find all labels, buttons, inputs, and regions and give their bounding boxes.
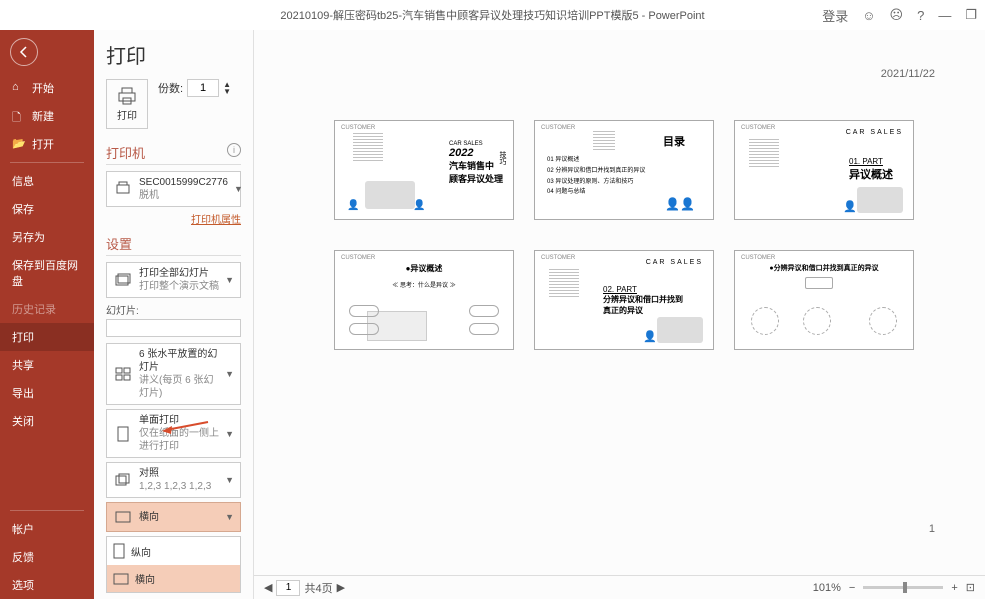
copies-input[interactable]	[187, 79, 219, 97]
orientation-options: 纵向 横向	[106, 536, 241, 593]
back-button[interactable]	[10, 38, 38, 66]
home-icon: ⌂	[12, 81, 26, 95]
printer-device-icon	[113, 179, 133, 199]
orientation-portrait[interactable]: 纵向	[107, 537, 240, 565]
zoom-in-button[interactable]: +	[951, 582, 957, 594]
sidebar-history[interactable]: 历史记录	[0, 295, 94, 323]
copies-spinner[interactable]: ▲▼	[223, 81, 231, 95]
page-input[interactable]	[276, 580, 300, 596]
single-side-icon	[113, 424, 133, 444]
sidebar-export[interactable]: 导出	[0, 379, 94, 407]
sidebar-home[interactable]: ⌂开始	[0, 74, 94, 102]
slide-thumb: CUSTOMER ●分辨异议和借口并找到真正的异议	[734, 250, 914, 350]
page-number: 1	[929, 523, 935, 535]
print-settings-panel: 打印 打印 份数: ▲▼ 打印机 i SEC0015999C2776 脱机	[94, 30, 254, 599]
sidebar-options[interactable]: 选项	[0, 571, 94, 599]
slides-input[interactable]	[106, 319, 241, 337]
status-bar: ◀ 共4页 ▶ 101% − + ⊡	[254, 575, 985, 599]
handout-icon	[113, 364, 133, 384]
landscape-icon	[113, 507, 133, 527]
print-preview: 2021/11/22 CUSTOMER CAR SALES 2022 汽车销售中…	[254, 30, 985, 599]
chevron-down-icon: ▼	[234, 184, 243, 194]
copies-label: 份数:	[158, 80, 183, 96]
new-icon: 🗋	[12, 109, 26, 123]
sidebar-open[interactable]: 📂打开	[0, 130, 94, 158]
sides-select[interactable]: 单面打印 仅在纸面的一侧上进行打印 ▼	[106, 409, 241, 458]
zoom-level: 101%	[813, 582, 841, 594]
zoom-slider[interactable]	[863, 586, 943, 589]
next-page-button[interactable]: ▶	[337, 581, 345, 594]
restore-icon[interactable]: ❐	[965, 7, 977, 23]
open-icon: 📂	[12, 137, 26, 151]
slide-thumb: CUSTOMER CAR SALES 02. PART 分辨异议和借口并找到真正…	[534, 250, 714, 350]
zoom-out-button[interactable]: −	[849, 582, 855, 594]
sad-icon[interactable]: ☹	[890, 7, 904, 23]
slide-thumb: CUSTOMER ●异议概述 ≪ 思考：什么是异议 ≫	[334, 250, 514, 350]
chevron-down-icon: ▼	[225, 275, 234, 285]
app-title: 20210109-解压密码tb25-汽车销售中顾客异议处理技巧知识培训PPT模版…	[280, 7, 704, 23]
landscape-icon	[113, 573, 129, 585]
slide-thumb: CUSTOMER 目录 01 异议概述 02 分辨异议和借口并找到真正的异议 0…	[534, 120, 714, 220]
chevron-down-icon: ▼	[225, 512, 234, 522]
slide-thumb: CUSTOMER CAR SALES 2022 汽车销售中 顾客异议处理 技巧 …	[334, 120, 514, 220]
sidebar-print[interactable]: 打印	[0, 323, 94, 351]
fit-page-button[interactable]: ⊡	[966, 581, 975, 594]
sidebar-save[interactable]: 保存	[0, 195, 94, 223]
settings-section-title: 设置	[106, 234, 241, 256]
page-date: 2021/11/22	[881, 68, 935, 80]
prev-page-button[interactable]: ◀	[264, 581, 272, 594]
sidebar-saveas[interactable]: 另存为	[0, 223, 94, 251]
layout-select[interactable]: 6 张水平放置的幻灯片 讲义(每页 6 张幻灯片) ▼	[106, 343, 241, 405]
sidebar-close[interactable]: 关闭	[0, 407, 94, 435]
login-link[interactable]: 登录	[822, 6, 848, 25]
sidebar-feedback[interactable]: 反馈	[0, 543, 94, 571]
portrait-icon	[113, 543, 125, 559]
sidebar-info[interactable]: 信息	[0, 167, 94, 195]
info-icon[interactable]: i	[227, 143, 241, 157]
page-total: 共4页	[304, 580, 332, 596]
sidebar-new[interactable]: 🗋新建	[0, 102, 94, 130]
sidebar-savebaidu[interactable]: 保存到百度网盘	[0, 251, 94, 295]
sidebar-account[interactable]: 帐户	[0, 515, 94, 543]
printer-properties-link[interactable]: 打印机属性	[106, 211, 241, 226]
help-icon[interactable]: ?	[917, 8, 924, 23]
print-range-select[interactable]: 打印全部幻灯片 打印整个演示文稿 ▼	[106, 262, 241, 298]
collate-select[interactable]: 对照 1,2,3 1,2,3 1,2,3 ▼	[106, 462, 241, 498]
backstage-sidebar: ⌂开始 🗋新建 📂打开 信息 保存 另存为 保存到百度网盘 历史记录 打印 共享…	[0, 30, 94, 599]
printer-icon	[117, 87, 137, 105]
face-icon[interactable]: ☺	[862, 8, 875, 23]
chevron-down-icon: ▼	[225, 369, 234, 379]
minimize-icon[interactable]: —	[938, 8, 951, 23]
slides-icon	[113, 270, 133, 290]
slides-label: 幻灯片:	[106, 302, 241, 317]
print-button[interactable]: 打印	[106, 79, 148, 129]
orientation-landscape[interactable]: 横向	[107, 565, 240, 592]
chevron-down-icon: ▼	[225, 475, 234, 485]
slide-thumb: CUSTOMER CAR SALES 01. PART 异议概述 👤	[734, 120, 914, 220]
print-title: 打印	[106, 40, 241, 69]
printer-section-title: 打印机 i	[106, 143, 241, 165]
printer-select[interactable]: SEC0015999C2776 脱机 ▼	[106, 171, 241, 207]
orientation-select[interactable]: 横向 ▼	[106, 502, 241, 532]
collate-icon	[113, 470, 133, 490]
sidebar-share[interactable]: 共享	[0, 351, 94, 379]
chevron-down-icon: ▼	[225, 429, 234, 439]
